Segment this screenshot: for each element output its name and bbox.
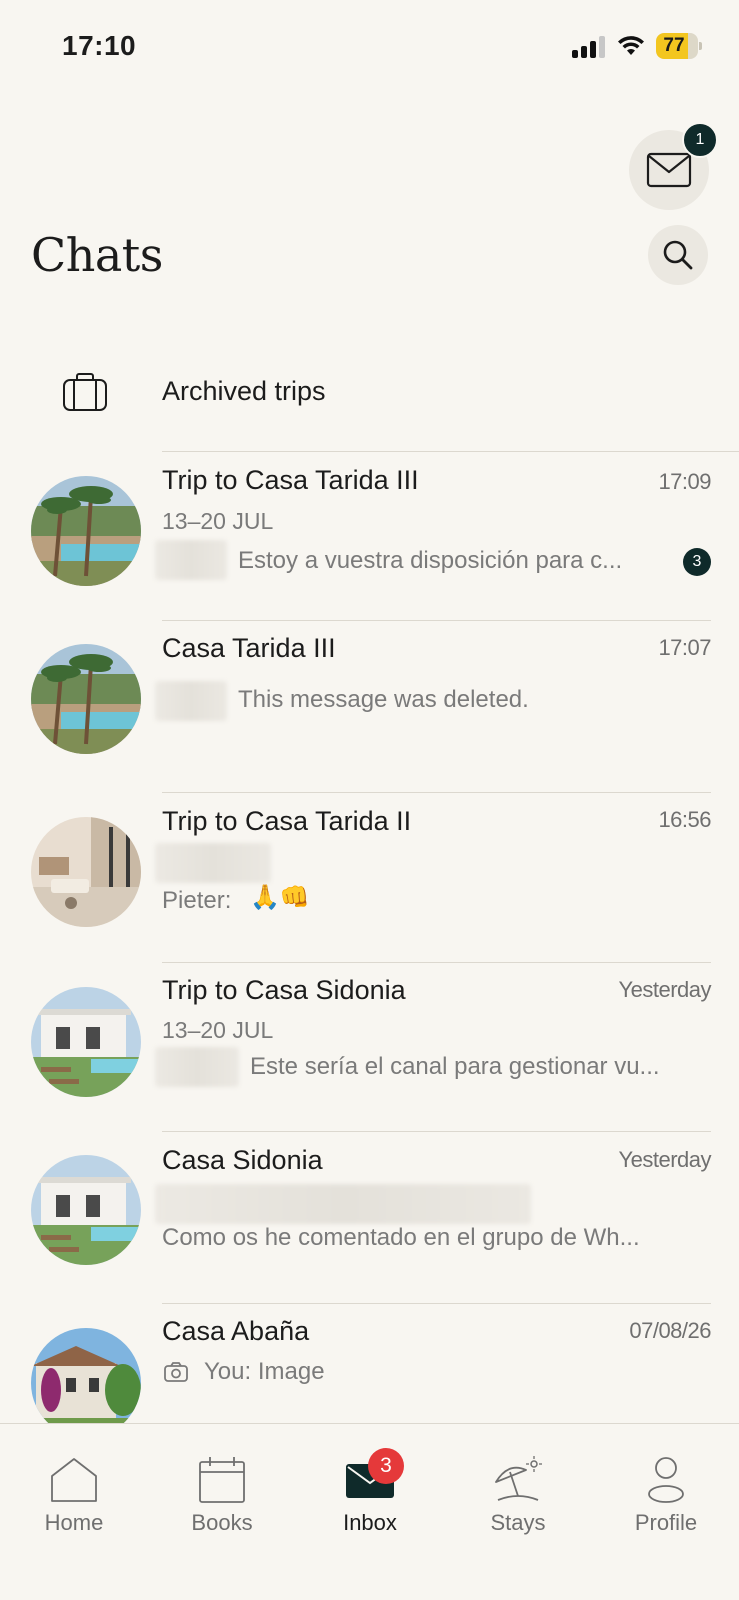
wifi-icon [618,36,644,55]
chat-item[interactable]: Trip to Casa Sidonia Yesterday 13–20 JUL… [0,963,739,1133]
chat-preview: Este sería el canal para gestionar vu... [250,1053,660,1080]
chat-title: Trip to Casa Sidonia [162,975,406,1005]
archived-trips-row[interactable]: Archived trips [0,352,739,452]
chat-preview: You: Image [204,1358,325,1385]
messages-badge: 1 [682,122,718,158]
inbox-badge: 3 [368,1448,404,1484]
person-icon [648,1457,684,1503]
avatar [31,987,141,1097]
chat-item[interactable]: Casa Tarida III 17:07 This message was d… [0,621,739,791]
chat-item[interactable]: Trip to Casa Tarida II 16:56 Pieter: 🙏👊 [0,793,739,963]
avatar [31,1328,141,1438]
calendar-icon [199,1457,245,1503]
status-time: 17:10 [62,30,137,61]
chat-time: 07/08/26 [629,1318,711,1343]
chat-title: Trip to Casa Tarida II [162,806,412,836]
chat-time: 17:07 [658,635,711,660]
archived-trips-label: Archived trips [162,376,326,406]
tab-profile[interactable]: Profile [592,1424,739,1544]
search-icon [663,240,693,270]
avatar [31,1155,141,1265]
tab-home[interactable]: Home [0,1424,148,1544]
chat-sender: Pieter: [162,887,232,914]
page-title: Chats [31,228,163,282]
tab-books[interactable]: Books [148,1424,296,1544]
chat-preview: Como os he comentado en el grupo de Wh..… [162,1224,640,1251]
blurred-sender [155,1047,239,1087]
chat-item[interactable]: Casa Abaña 07/08/26 You: Image [0,1304,739,1438]
chat-time: Yesterday [618,977,711,1002]
battery-level: 77 [663,35,685,56]
tab-label: Stays [490,1510,546,1535]
chat-title: Trip to Casa Tarida III [162,465,419,495]
envelope-icon [646,152,692,188]
cellular-signal-icon [572,36,606,58]
chat-dates: 13–20 JUL [162,508,274,534]
unread-badge: 3 [683,548,711,576]
blurred-sender [155,681,227,721]
chat-preview: Estoy a vuestra disposición para c... [238,547,623,574]
chat-title: Casa Tarida III [162,633,336,663]
chat-item[interactable]: Casa Sidonia Yesterday Como os he coment… [0,1132,739,1302]
tab-bar: Home Books Inbox 3 Stays Profile [0,1423,739,1600]
blurred-sender [155,540,227,580]
home-icon [51,1458,97,1502]
status-bar: 17:10 77 [0,0,739,90]
chat-time: 16:56 [658,807,711,832]
tab-stays[interactable]: Stays [444,1424,592,1544]
tab-label: Profile [634,1510,698,1535]
battery-icon: 77 [656,33,702,59]
chat-preview: This message was deleted. [238,686,529,713]
chat-preview: 🙏👊 [250,884,310,911]
chat-title: Casa Sidonia [162,1145,323,1175]
chat-time: 17:09 [658,469,711,494]
search-button[interactable] [648,225,708,285]
chat-item[interactable]: Trip to Casa Tarida III 17:09 13–20 JUL … [0,452,739,622]
avatar [31,817,141,927]
blurred-sender [155,1184,531,1224]
avatar [31,476,141,586]
suitcase-icon [63,373,107,411]
tab-inbox[interactable]: Inbox [296,1424,444,1544]
chat-title: Casa Abaña [162,1316,310,1346]
tab-label: Inbox [343,1510,397,1535]
blurred-sender [155,843,271,883]
tab-label: Books [191,1510,253,1535]
chat-dates: 13–20 JUL [162,1017,274,1043]
camera-icon [164,1362,188,1382]
avatar [31,644,141,754]
chat-time: Yesterday [618,1147,711,1172]
tab-label: Home [44,1510,104,1535]
beach-umbrella-icon [495,1456,542,1501]
